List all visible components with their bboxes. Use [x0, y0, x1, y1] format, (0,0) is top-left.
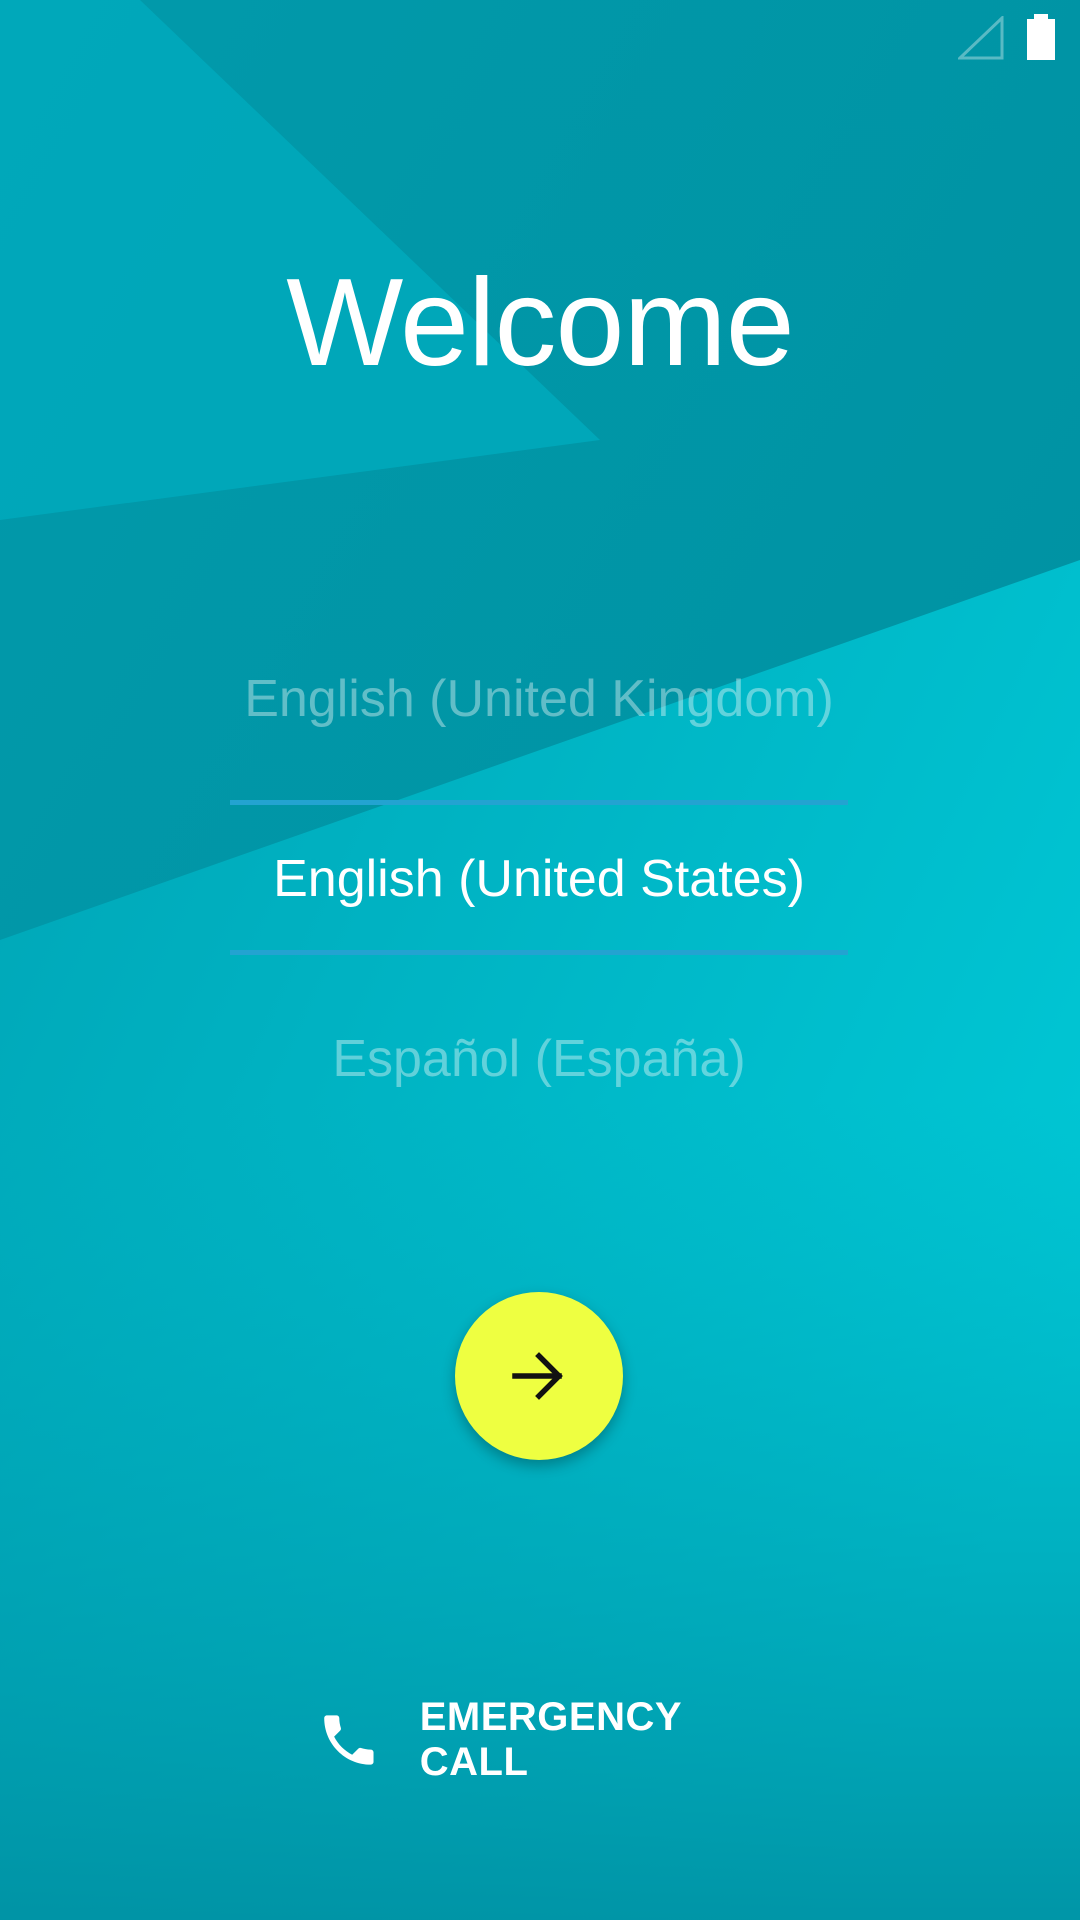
- battery-icon: [1027, 14, 1055, 60]
- next-button[interactable]: [455, 1292, 623, 1460]
- picker-divider-top: [230, 800, 848, 805]
- status-bar: [0, 0, 1080, 80]
- emergency-call-button[interactable]: EMERGENCY CALL: [300, 1695, 800, 1784]
- page-title: Welcome: [286, 254, 795, 392]
- signal-icon: [958, 16, 1004, 60]
- picker-divider-bottom: [230, 950, 848, 955]
- arrow-right-icon: [512, 1352, 563, 1400]
- phone-icon: [324, 1715, 374, 1765]
- language-option-en-us[interactable]: English (United States): [230, 844, 848, 914]
- emergency-call-label: EMERGENCY CALL: [419, 1695, 682, 1784]
- language-option-en-gb[interactable]: English (United Kingdom): [230, 664, 848, 734]
- language-picker[interactable]: English (United Kingdom) English (United…: [230, 640, 848, 1100]
- language-option-es-es[interactable]: Español (España): [230, 1024, 848, 1094]
